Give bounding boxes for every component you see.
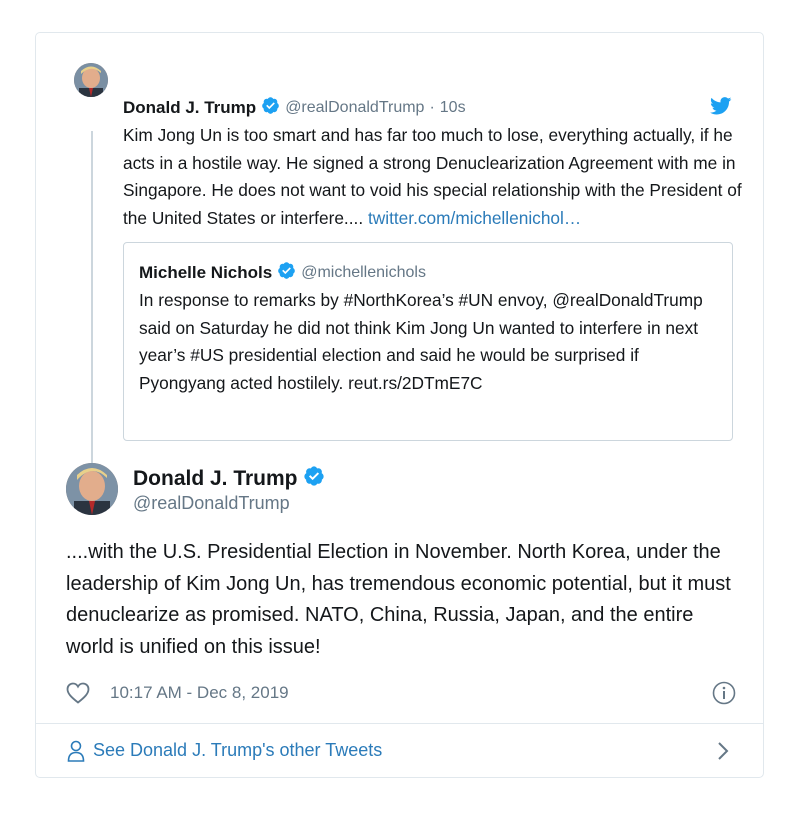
quoted-tweet-card[interactable]: Michelle Nichols @michellenichols In res… — [123, 242, 733, 441]
tweet-embed-card: Donald J. Trump @realDonaldTrump · 10s K… — [35, 32, 764, 778]
parent-author-handle[interactable]: @realDonaldTrump — [285, 99, 424, 117]
header-separator: · — [429, 99, 435, 116]
quoted-author-name: Michelle Nichols — [139, 263, 273, 282]
verified-badge-icon — [277, 261, 296, 285]
verified-badge-icon — [261, 96, 280, 120]
quoted-tweet-link[interactable]: twitter.com/michellenichol… — [368, 208, 581, 228]
main-tweet-header: Donald J. Trump — [133, 465, 330, 493]
info-icon[interactable] — [712, 681, 736, 705]
parent-tweet-text: Kim Jong Un is too smart and has far too… — [123, 122, 743, 233]
tweet-timestamp[interactable]: 10:17 AM - Dec 8, 2019 — [110, 683, 289, 703]
parent-tweet-header: Donald J. Trump @realDonaldTrump · 10s — [123, 97, 466, 119]
verified-badge-icon — [303, 465, 325, 493]
parent-avatar[interactable] — [74, 63, 108, 97]
main-author-name[interactable]: Donald J. Trump — [133, 467, 298, 491]
main-author-handle[interactable]: @realDonaldTrump — [133, 493, 290, 514]
twitter-bird-icon[interactable] — [710, 97, 732, 115]
tweet-meta-row: 10:17 AM - Dec 8, 2019 — [66, 680, 736, 706]
see-other-tweets-label[interactable]: See Donald J. Trump's other Tweets — [93, 740, 382, 761]
quoted-tweet-text: In response to remarks by #NorthKorea’s … — [139, 290, 703, 393]
chevron-right-icon[interactable] — [717, 741, 729, 761]
quoted-author-handle: @michellenichols — [301, 264, 426, 281]
see-other-tweets-link[interactable]: See Donald J. Trump's other Tweets — [36, 724, 763, 777]
heart-icon[interactable] — [66, 682, 90, 704]
person-icon — [67, 740, 85, 762]
main-avatar[interactable] — [66, 463, 118, 515]
main-tweet-text: ....with the U.S. Presidential Election … — [66, 541, 731, 658]
thread-connector-line — [91, 131, 93, 491]
parent-author-name[interactable]: Donald J. Trump — [123, 98, 256, 118]
quoted-tweet-header: Michelle Nichols @michellenichols — [139, 261, 426, 285]
parent-tweet-time[interactable]: 10s — [440, 99, 466, 117]
